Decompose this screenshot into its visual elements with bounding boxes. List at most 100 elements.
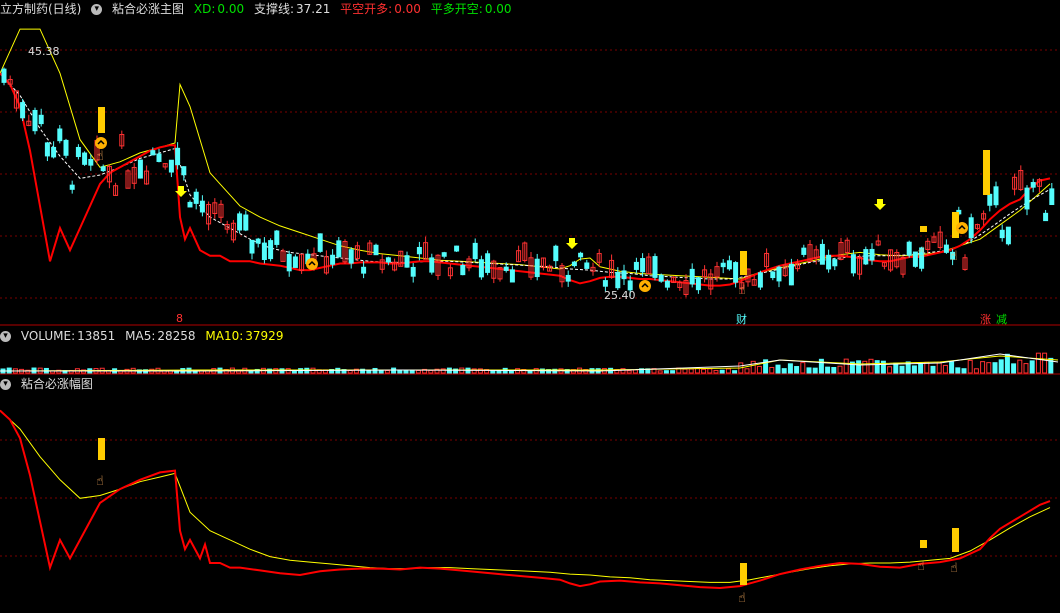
candle-body (69, 184, 75, 190)
marker-jian: 减 (996, 313, 1007, 326)
candle-body (850, 254, 856, 274)
volume-bar (725, 368, 731, 374)
chevron-up-icon (639, 280, 651, 292)
volume-bar (930, 365, 936, 374)
volume-bar (750, 360, 756, 374)
volume-bar (1029, 360, 1035, 374)
candle-body (726, 260, 732, 270)
candle-body (100, 166, 106, 172)
candle-body (348, 249, 354, 264)
volume-bar (992, 362, 998, 374)
volume-bar (911, 365, 917, 374)
candle-body (32, 109, 38, 132)
candle-body (193, 191, 199, 204)
candle-body (249, 239, 255, 254)
hand-pointer-icon: ☝ (917, 245, 925, 260)
candle-body (199, 200, 205, 213)
chart-canvas[interactable]: ☝ ☝ ☝ ☝ ☝ ☝ ☝ ☝ 45.38 25.40 8 财 涨 减 (0, 0, 1060, 613)
candle-body (88, 158, 94, 166)
signal-bar (920, 540, 927, 548)
candle-body (621, 270, 627, 280)
volume-bar (1017, 359, 1023, 374)
candle-body (553, 245, 559, 262)
grid (0, 49, 1060, 557)
candle-body (255, 238, 261, 244)
candle-body (819, 243, 825, 265)
candle-body (187, 201, 193, 208)
candle-body (906, 241, 912, 256)
candle-body (869, 248, 875, 261)
volume-bar (682, 368, 688, 374)
volume-bar (756, 365, 762, 374)
hand-pointer-icon: ☝ (738, 283, 746, 298)
candle-body (416, 246, 422, 255)
candle-body (82, 152, 88, 165)
candle-body (63, 139, 69, 156)
bottom-series (0, 409, 1051, 590)
candle-body (826, 254, 832, 270)
volume-bar (428, 369, 434, 374)
candle-body (268, 240, 274, 260)
candle-body (640, 258, 646, 273)
candle-body (652, 256, 658, 278)
volume-bar (862, 360, 868, 374)
candle-body (664, 280, 670, 288)
candle-body (720, 262, 726, 268)
volume-bar (719, 369, 725, 374)
candle-body (1, 68, 7, 83)
volume-bar (372, 367, 378, 374)
candle-body (578, 252, 584, 258)
volume-bar (986, 362, 992, 374)
volume-bar (998, 359, 1004, 374)
marker-left: 8 (176, 312, 183, 325)
volume-bar (874, 360, 880, 374)
volume-bar (967, 359, 973, 374)
volume-bar (831, 367, 837, 374)
volume-bar (713, 369, 719, 374)
candle-body (137, 159, 143, 179)
candle-body (584, 262, 590, 269)
arrow-down-icon (874, 199, 886, 210)
candle-body (757, 272, 763, 288)
volume-bar (347, 369, 353, 374)
volume-bar (397, 370, 403, 374)
volume-bar (626, 370, 632, 374)
bottom-yellow-line (0, 410, 1051, 583)
signal-bar (98, 438, 105, 460)
volume-bar (775, 364, 781, 374)
candle-body (410, 266, 416, 277)
candle-body (237, 213, 243, 231)
candle-body (429, 257, 435, 273)
candle-body (243, 214, 249, 231)
candle-body (478, 259, 484, 278)
hand-pointer-icon: ☝ (96, 149, 104, 164)
hand-pointer-icon: ☝ (950, 561, 958, 576)
volume-bar (384, 370, 390, 374)
volume-bar (818, 358, 824, 374)
candle-body (156, 153, 162, 162)
candle-body (1030, 182, 1036, 188)
volume-bar (837, 365, 843, 374)
candles (1, 67, 1055, 298)
candle-body (503, 266, 509, 271)
candle-body (454, 245, 460, 252)
volume-bar (800, 362, 806, 374)
candle-body (689, 268, 695, 285)
candle-body (1005, 226, 1011, 245)
candle-body (633, 261, 639, 270)
volume-bar (701, 368, 707, 374)
volume-bar (899, 365, 905, 374)
hand-pointer-icon: ☝ (917, 559, 925, 574)
volume-bar (415, 369, 421, 374)
candle-body (695, 277, 701, 291)
candle-body (1043, 212, 1049, 222)
signal-bar (740, 251, 747, 275)
candle-body (75, 146, 81, 158)
volume-bar (893, 362, 899, 374)
volume-bar (980, 361, 986, 374)
bottom-red-line (0, 409, 1051, 590)
volume-bar (973, 368, 979, 374)
high-annotation: 45.38 (28, 45, 60, 58)
candle-body (286, 253, 292, 272)
arrow-down-icon (175, 186, 187, 197)
